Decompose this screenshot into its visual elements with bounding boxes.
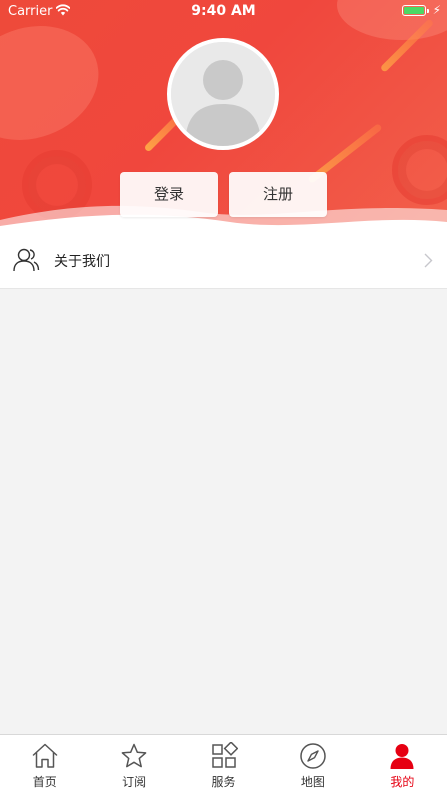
star-icon <box>121 743 147 768</box>
person-group-icon <box>13 248 40 272</box>
tab-bar: 首页 订阅 服务 地图 我的 <box>0 734 447 794</box>
register-button[interactable]: 注册 <box>229 172 327 217</box>
battery-level <box>404 7 424 14</box>
grid-icon <box>211 742 238 768</box>
charging-bolt-icon: ⚡ <box>432 3 441 17</box>
compass-icon <box>300 743 326 769</box>
battery-icon <box>402 5 429 16</box>
tab-label: 我的 <box>390 775 415 789</box>
tab-label: 地图 <box>300 775 325 789</box>
decor-stripe <box>379 18 435 73</box>
tab-mine[interactable]: 我的 <box>358 735 447 794</box>
default-avatar-icon <box>171 42 275 146</box>
user-icon <box>390 744 414 769</box>
status-bar: Carrier 9:40 AM ⚡ <box>0 0 447 22</box>
home-icon <box>32 743 57 768</box>
tab-home[interactable]: 首页 <box>0 735 89 794</box>
tab-label: 订阅 <box>122 775 147 789</box>
tab-label: 首页 <box>32 775 57 789</box>
chevron-right-icon <box>424 253 433 268</box>
wave-divider <box>0 205 447 246</box>
menu-item-label: 关于我们 <box>54 254 110 270</box>
login-button[interactable]: 登录 <box>120 172 218 217</box>
decor-emblem <box>392 135 447 205</box>
clock: 9:40 AM <box>191 3 256 19</box>
tab-map[interactable]: 地图 <box>268 735 357 794</box>
avatar[interactable] <box>167 38 279 150</box>
tab-services[interactable]: 服务 <box>179 735 268 794</box>
tab-subscribe[interactable]: 订阅 <box>89 735 178 794</box>
decor-blob <box>0 7 115 159</box>
tab-label: 服务 <box>211 775 236 789</box>
